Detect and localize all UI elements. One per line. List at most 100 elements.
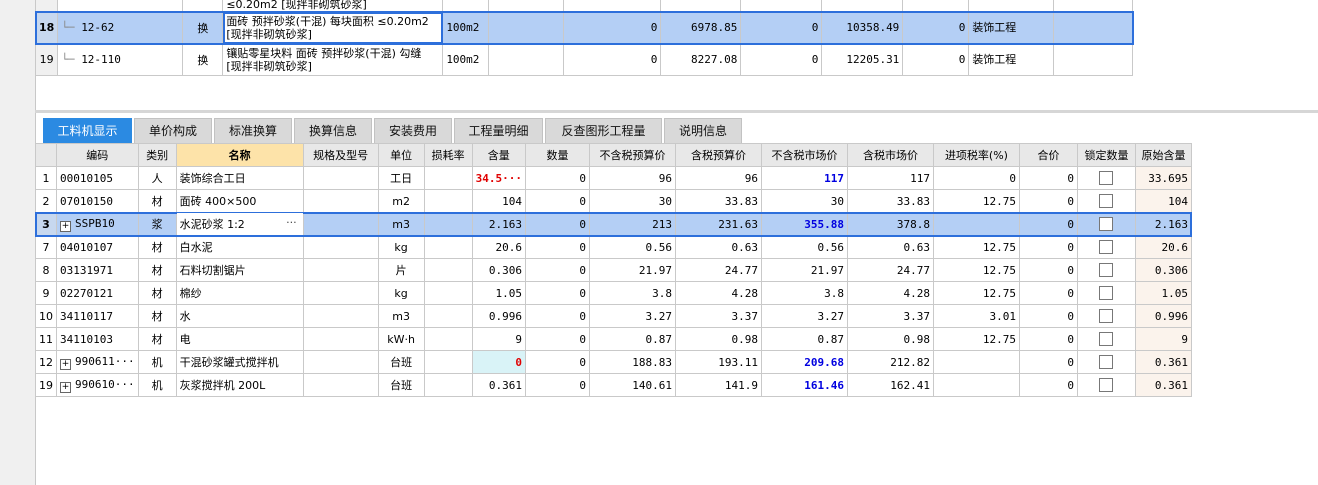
original-content-cell[interactable]: 1.05	[1134, 281, 1192, 305]
loss-cell[interactable]	[423, 189, 473, 213]
unit-cell[interactable]: 台班	[377, 373, 425, 397]
taxed-budget-price[interactable]: 3.37	[674, 304, 762, 328]
type-cell[interactable]: 人	[137, 166, 177, 190]
lock-checkbox[interactable]	[1099, 240, 1114, 254]
pretax-budget-price[interactable]: 30	[588, 189, 676, 213]
expand-icon[interactable]: +	[60, 358, 71, 370]
original-content-cell[interactable]: 0.306	[1134, 258, 1192, 282]
code-cell[interactable]: 03131971	[56, 258, 139, 282]
name-cell[interactable]: 面砖 400×500	[175, 189, 304, 213]
total-cell[interactable]: 0	[1018, 212, 1078, 236]
unit-cell[interactable]: m3	[377, 212, 425, 236]
pretax-market-price[interactable]: 21.97	[760, 258, 848, 282]
input-tax-rate[interactable]: 12.75	[932, 235, 1020, 259]
original-content-cell[interactable]: 104	[1134, 189, 1192, 213]
code-cell[interactable]: └─ 12-62	[57, 11, 184, 44]
lock-quantity-cell[interactable]	[1076, 350, 1136, 374]
content-cell[interactable]: 0.306	[471, 258, 526, 282]
code-cell[interactable]: 00010105	[56, 166, 139, 190]
row-number[interactable]: 19	[35, 373, 57, 397]
lock-checkbox[interactable]	[1099, 378, 1114, 392]
lock-quantity-cell[interactable]	[1076, 304, 1136, 328]
total-cell[interactable]: 0	[1018, 304, 1078, 328]
taxed-market-price[interactable]: 0.63	[846, 235, 934, 259]
loss-cell[interactable]	[423, 258, 473, 282]
column-header[interactable]: 编码	[56, 143, 139, 167]
grid-row[interactable]: 8 03131971 材 石料切割锯片 片 0.306 0 21.97 24.77 21.97 24…	[35, 258, 1192, 282]
type-cell[interactable]: 材	[137, 304, 177, 328]
unit-cell[interactable]: kg	[377, 235, 425, 259]
pane-splitter[interactable]	[35, 110, 1318, 113]
quantity-cell[interactable]: 0	[524, 166, 590, 190]
taxed-budget-price[interactable]: 231.63	[674, 212, 762, 236]
content-cell[interactable]: 2.163	[471, 212, 526, 236]
unit-cell[interactable]: 100m2	[442, 11, 490, 44]
row-number[interactable]: 18	[34, 11, 59, 44]
total-cell[interactable]: 0	[1018, 373, 1078, 397]
name-cell[interactable]: 灰浆搅拌机 200L	[175, 373, 304, 397]
value-cell[interactable]	[488, 43, 565, 76]
code-cell[interactable]: +990610···	[56, 373, 139, 397]
type-cell[interactable]: 机	[137, 373, 177, 397]
unit-cell[interactable]: kg	[377, 281, 425, 305]
column-header[interactable]: 含量	[471, 143, 526, 167]
quantity-cell[interactable]: 0	[524, 327, 590, 351]
lock-checkbox[interactable]	[1099, 332, 1114, 346]
pretax-market-price[interactable]: 209.68	[760, 350, 848, 374]
column-header[interactable]: 数量	[524, 143, 590, 167]
column-header[interactable]: 规格及型号	[302, 143, 379, 167]
unit-cell[interactable]: m3	[377, 304, 425, 328]
content-cell[interactable]: 34.5···	[471, 166, 526, 190]
value-cell[interactable]: 0	[902, 11, 970, 44]
content-cell[interactable]: 9	[471, 327, 526, 351]
name-cell[interactable]: 棉纱	[175, 281, 304, 305]
unit-cell[interactable]: kW·h	[377, 327, 425, 351]
value-cell[interactable]: 0	[740, 43, 823, 76]
spec-cell[interactable]	[302, 258, 379, 282]
type-cell[interactable]: 材	[137, 189, 177, 213]
unit-cell[interactable]: 工日	[377, 166, 425, 190]
swap-flag[interactable]: 换	[182, 11, 224, 44]
total-cell[interactable]: 0	[1018, 258, 1078, 282]
input-tax-rate[interactable]	[932, 373, 1020, 397]
input-tax-rate[interactable]: 12.75	[932, 281, 1020, 305]
original-content-cell[interactable]: 20.6	[1134, 235, 1192, 259]
column-header[interactable]	[35, 143, 57, 167]
tab-3[interactable]: 换算信息	[294, 118, 372, 143]
spec-cell[interactable]	[302, 235, 379, 259]
tab-6[interactable]: 反查图形工程量	[545, 118, 662, 143]
grid-row[interactable]: 9 02270121 材 棉纱 kg 1.05 0 3.8 4.28 3.8 4.28 12.75 0 1…	[35, 281, 1192, 305]
tab-1[interactable]: 单价构成	[134, 118, 212, 143]
row-number[interactable]: 10	[35, 304, 57, 328]
row-number[interactable]: 3	[35, 212, 57, 236]
code-cell[interactable]: 07010150	[56, 189, 139, 213]
lock-checkbox[interactable]	[1099, 263, 1114, 277]
input-tax-rate[interactable]	[932, 212, 1020, 236]
value-cell[interactable]: 0	[563, 43, 662, 76]
input-tax-rate[interactable]: 12.75	[932, 327, 1020, 351]
row-number[interactable]: 2	[35, 189, 57, 213]
row-number[interactable]: 7	[35, 235, 57, 259]
value-cell[interactable]: 0	[740, 11, 823, 44]
taxed-market-price[interactable]: 0.98	[846, 327, 934, 351]
value-cell[interactable]: 6978.85	[660, 11, 742, 44]
tab-0[interactable]: 工料机显示	[43, 118, 132, 143]
row-number[interactable]: 12	[35, 350, 57, 374]
lock-quantity-cell[interactable]	[1076, 166, 1136, 190]
loss-cell[interactable]	[423, 166, 473, 190]
loss-cell[interactable]	[423, 304, 473, 328]
type-cell[interactable]: 材	[137, 235, 177, 259]
unit-cell[interactable]: 台班	[377, 350, 425, 374]
total-cell[interactable]: 0	[1018, 327, 1078, 351]
quantity-cell[interactable]: 0	[524, 189, 590, 213]
pretax-budget-price[interactable]: 213	[588, 212, 676, 236]
lock-quantity-cell[interactable]	[1076, 189, 1136, 213]
column-header[interactable]: 锁定数量	[1076, 143, 1136, 167]
pretax-budget-price[interactable]: 3.8	[588, 281, 676, 305]
code-cell[interactable]: +990611···	[56, 350, 139, 374]
content-cell[interactable]: 0	[471, 350, 526, 374]
unit-cell[interactable]: 片	[377, 258, 425, 282]
unit-cell[interactable]: m2	[377, 189, 425, 213]
loss-cell[interactable]	[423, 327, 473, 351]
quantity-cell[interactable]: 0	[524, 235, 590, 259]
